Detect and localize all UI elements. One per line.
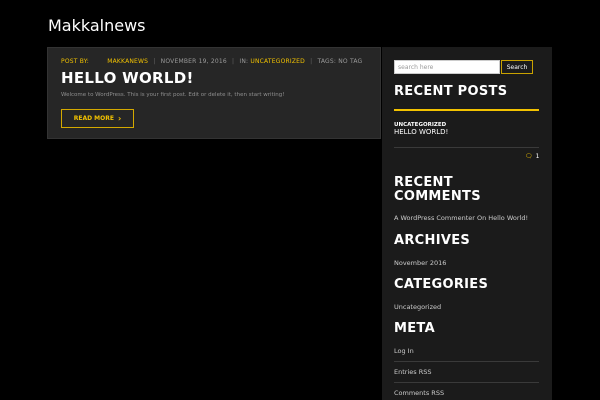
archive-item[interactable]: November 2016 <box>394 259 446 267</box>
search-input[interactable] <box>394 60 500 74</box>
site-title[interactable]: Makkalnews <box>48 16 146 35</box>
meta-item-entries-rss[interactable]: Entries RSS <box>394 368 431 376</box>
post-title[interactable]: HELLO WORLD! <box>61 69 194 87</box>
meta-item-login[interactable]: Log In <box>394 347 414 355</box>
divider <box>394 361 539 362</box>
category-item[interactable]: Uncategorized <box>394 303 441 311</box>
recent-comments-title-line2: COMMENTS <box>394 189 481 204</box>
post-meta: POST BY: MAKKANEWS | NOVEMBER 19, 2016 |… <box>61 58 362 65</box>
comment-count: 1 <box>535 153 540 160</box>
meta-divider: | <box>153 58 156 65</box>
recent-post-title[interactable]: HELLO WORLD! <box>394 128 448 136</box>
recent-posts-underline <box>394 109 539 111</box>
divider <box>394 147 539 148</box>
meta-item-comments-rss[interactable]: Comments RSS <box>394 389 444 397</box>
post-category-link[interactable]: UNCATEGORIZED <box>250 58 305 65</box>
recent-post-comments[interactable]: 🗨︎ 1 <box>525 153 539 160</box>
recent-posts-title: RECENT POSTS <box>394 84 508 99</box>
post-card: POST BY: MAKKANEWS | NOVEMBER 19, 2016 |… <box>47 47 381 139</box>
search-button[interactable]: Search <box>501 60 533 74</box>
post-tags: TAGS: NO TAG <box>317 58 363 65</box>
archives-title: ARCHIVES <box>394 233 471 248</box>
chevron-right-icon: › <box>117 113 122 123</box>
read-more-label: READ MORE <box>73 115 114 122</box>
post-author-link[interactable]: MAKKANEWS <box>107 58 148 65</box>
meta-divider: | <box>310 58 313 65</box>
meta-divider: | <box>232 58 235 65</box>
read-more-button[interactable]: READ MORE › <box>61 109 134 128</box>
post-excerpt: Welcome to WordPress. This is your first… <box>61 92 285 98</box>
categories-title: CATEGORIES <box>394 277 489 292</box>
post-date: NOVEMBER 19, 2016 <box>160 58 227 65</box>
sidebar: Search RECENT POSTS UNCATEGORIZED HELLO … <box>382 47 552 400</box>
divider <box>394 382 539 383</box>
post-in-label: IN: <box>239 58 249 65</box>
recent-comment-item[interactable]: A WordPress Commenter On Hello World! <box>394 214 528 222</box>
meta-title: META <box>394 321 435 336</box>
post-by-label: POST BY: <box>61 58 89 65</box>
comment-bubble-icon: 🗨︎ <box>525 153 533 160</box>
